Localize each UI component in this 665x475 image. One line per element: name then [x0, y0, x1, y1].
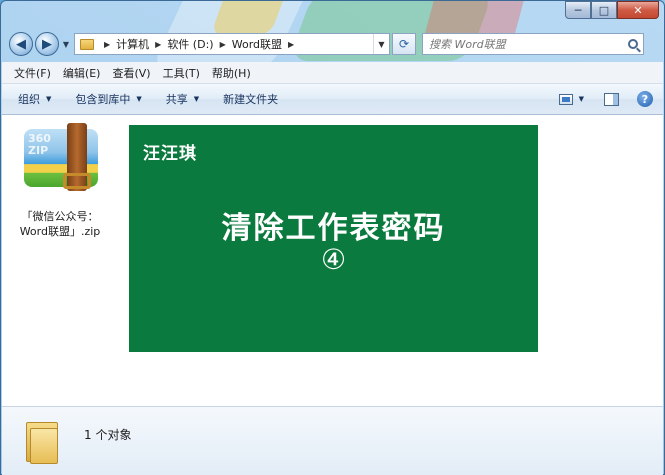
folder-icon	[26, 418, 60, 464]
include-library-label: 包含到库中	[75, 93, 131, 106]
caption-buttons: ─ □ ✕	[565, 1, 659, 19]
file-item-zip[interactable]: 360 ZIP 「微信公众号： Word联盟」.zip	[10, 121, 110, 239]
organize-label: 组织	[18, 93, 40, 106]
organize-button[interactable]: 组织 ▼	[18, 91, 51, 107]
folder-icon	[80, 38, 94, 50]
menu-edit[interactable]: 编辑(E)	[57, 63, 107, 83]
chevron-right-icon[interactable]: ▶	[155, 40, 161, 49]
chevron-right-icon[interactable]: ▶	[104, 40, 110, 49]
explorer-window: ─ □ ✕ ◀ ▶ ▼ ▶ 计算机 ▶ 软件 (D:) ▶ Word联盟 ▶ ▼…	[0, 0, 665, 475]
search-input[interactable]	[429, 37, 619, 51]
address-history-dropdown[interactable]: ▼	[373, 34, 389, 54]
zip-icon-text: 360 ZIP	[28, 132, 51, 157]
share-label: 共享	[165, 93, 188, 106]
breadcrumb-folder[interactable]: Word联盟	[232, 36, 282, 52]
change-view-icon[interactable]	[558, 93, 573, 105]
recent-pages-dropdown[interactable]: ▼	[61, 40, 71, 49]
chevron-right-icon[interactable]: ▶	[220, 40, 226, 49]
close-button[interactable]: ✕	[617, 1, 659, 19]
menu-tools[interactable]: 工具(T)	[157, 63, 206, 83]
menu-view[interactable]: 查看(V)	[106, 63, 156, 83]
view-options-dropdown[interactable]: ▼	[579, 95, 584, 103]
back-button[interactable]: ◀	[9, 32, 33, 56]
address-bar[interactable]: ▶ 计算机 ▶ 软件 (D:) ▶ Word联盟 ▶ ▼	[74, 33, 390, 55]
preview-author: 汪汪琪	[143, 144, 197, 164]
breadcrumb-drive[interactable]: 软件 (D:)	[167, 36, 213, 52]
menu-file[interactable]: 文件(F)	[8, 63, 57, 83]
new-folder-label: 新建文件夹	[223, 93, 279, 106]
preview-image: 汪汪琪 清除工作表密码 ④	[129, 125, 538, 352]
navigation-bar: ◀ ▶ ▼ ▶ 计算机 ▶ 软件 (D:) ▶ Word联盟 ▶ ▼ ⟳	[9, 31, 659, 57]
chevron-right-icon[interactable]: ▶	[288, 40, 294, 49]
file-name-line2: Word联盟」.zip	[19, 225, 101, 238]
minimize-button[interactable]: ─	[565, 1, 591, 19]
command-bar: 组织 ▼ 包含到库中 ▼ 共享 ▼ 新建文件夹 ▼ ?	[2, 84, 663, 115]
forward-button[interactable]: ▶	[35, 32, 59, 56]
file-list-area[interactable]: 360 ZIP 「微信公众号： Word联盟」.zip 汪汪琪 清除工作表密码 ④	[2, 115, 663, 406]
share-button[interactable]: 共享 ▼	[166, 91, 199, 107]
breadcrumb-computer[interactable]: 计算机	[116, 36, 149, 52]
details-pane: 1 个对象	[2, 406, 663, 475]
menu-help[interactable]: 帮助(H)	[206, 63, 257, 83]
file-name: 「微信公众号： Word联盟」.zip	[10, 209, 110, 239]
file-name-line1: 「微信公众号：	[21, 210, 99, 223]
preview-pane-icon[interactable]	[604, 92, 619, 106]
chevron-down-icon: ▼	[136, 95, 142, 103]
new-folder-button[interactable]: 新建文件夹	[223, 91, 278, 107]
maximize-button[interactable]: □	[591, 1, 617, 19]
search-box[interactable]	[422, 33, 644, 55]
preview-number: ④	[320, 243, 347, 276]
include-in-library-button[interactable]: 包含到库中 ▼	[75, 91, 141, 107]
help-icon[interactable]: ?	[637, 91, 653, 107]
preview-title: 清除工作表密码	[221, 211, 446, 246]
zip-archive-icon: 360 ZIP	[14, 121, 106, 205]
chevron-down-icon: ▼	[46, 95, 52, 103]
menu-bar: 文件(F) 编辑(E) 查看(V) 工具(T) 帮助(H)	[2, 62, 663, 84]
search-icon[interactable]	[628, 39, 638, 49]
chevron-down-icon: ▼	[193, 95, 200, 103]
refresh-button[interactable]: ⟳	[392, 33, 416, 55]
object-count: 1 个对象	[84, 428, 132, 442]
